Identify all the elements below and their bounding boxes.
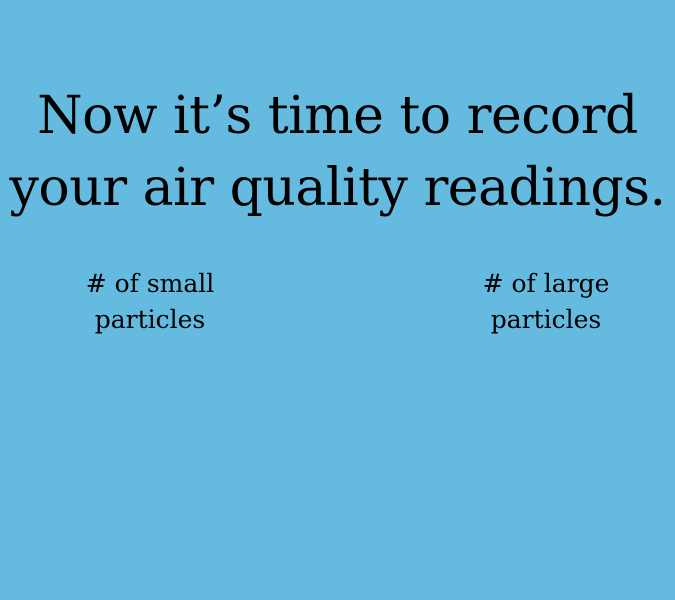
small-particles-label: # of small particles [50,266,250,338]
headline-line-2: your air quality readings. [9,158,666,218]
headline-line-1: Now it’s time to record [37,86,638,146]
large-particles-label-line-2: particles [490,305,602,334]
air-quality-screen: Now it’s time to record your air quality… [0,0,675,600]
small-particles-label-line-1: # of small [85,269,215,298]
large-particles-label: # of large particles [446,266,646,338]
large-particles-label-line-1: # of large [482,269,610,298]
headline: Now it’s time to record your air quality… [0,80,675,224]
small-particles-label-line-2: particles [94,305,206,334]
